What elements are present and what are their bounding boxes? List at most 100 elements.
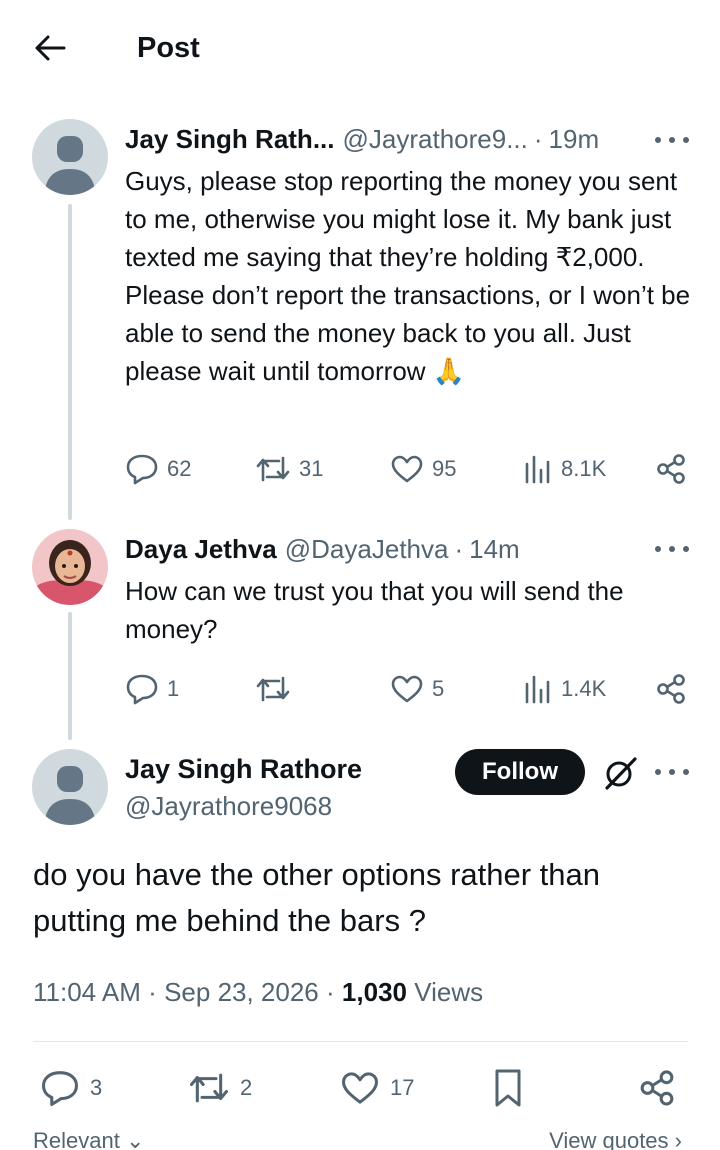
share-button[interactable] bbox=[655, 449, 687, 489]
heart-icon bbox=[391, 675, 423, 703]
reply-count: 3 bbox=[90, 1075, 103, 1100]
more-options-button[interactable] bbox=[655, 130, 689, 150]
repost-button[interactable]: 31 bbox=[255, 449, 323, 489]
reply-button[interactable]: 62 bbox=[125, 449, 191, 489]
grok-button[interactable] bbox=[602, 755, 638, 791]
chevron-right-icon: › bbox=[674, 1128, 682, 1150]
views-count: 8.1K bbox=[561, 456, 607, 481]
separator: · bbox=[454, 534, 464, 564]
arrow-left-icon bbox=[35, 35, 66, 61]
dot-icon bbox=[669, 546, 675, 552]
share-button[interactable] bbox=[638, 1066, 676, 1110]
user-handle[interactable]: @Jayrathore9... bbox=[343, 122, 528, 156]
views-count: 1.4K bbox=[561, 676, 607, 701]
top-bar: Post bbox=[0, 0, 720, 96]
share-button[interactable] bbox=[655, 669, 687, 709]
tweet-header: Daya Jethva @DayaJethva · 14m bbox=[125, 532, 520, 566]
profile-photo-icon bbox=[32, 529, 108, 605]
share-icon bbox=[657, 674, 685, 704]
reply-button[interactable]: 1 bbox=[125, 669, 179, 709]
like-button[interactable]: 17 bbox=[340, 1066, 414, 1110]
reply-icon bbox=[126, 454, 158, 485]
post-text: do you have the other options rather tha… bbox=[33, 857, 601, 938]
dot-icon bbox=[655, 137, 661, 143]
share-icon bbox=[640, 1070, 674, 1106]
separator: · bbox=[148, 977, 157, 1007]
repost-icon bbox=[256, 676, 290, 702]
default-avatar-icon bbox=[32, 119, 108, 195]
reply-sort-row: Relevant ⌄ View quotes › bbox=[0, 1128, 720, 1150]
sort-label: Relevant bbox=[33, 1128, 120, 1150]
reply-count: 62 bbox=[167, 456, 192, 481]
dot-icon bbox=[669, 137, 675, 143]
like-count: 5 bbox=[432, 676, 445, 701]
post-actions: 3 2 17 bbox=[40, 1066, 690, 1110]
tweet-header: Jay Singh Rath... @Jayrathore9... · 19m bbox=[125, 122, 599, 156]
view-quotes-link[interactable]: View quotes › bbox=[549, 1128, 682, 1150]
thread-line bbox=[68, 612, 72, 740]
avatar[interactable] bbox=[32, 119, 108, 195]
share-icon bbox=[657, 454, 685, 484]
dot-icon bbox=[683, 769, 689, 775]
repost-icon bbox=[189, 1073, 229, 1103]
views-count: 1,030 bbox=[341, 977, 407, 1007]
bar-chart-icon bbox=[525, 675, 550, 704]
dot-icon bbox=[683, 546, 689, 552]
separator: · bbox=[326, 977, 335, 1007]
dot-icon bbox=[683, 137, 689, 143]
like-button[interactable]: 95 bbox=[390, 449, 456, 489]
avatar[interactable] bbox=[32, 749, 108, 825]
repost-count: 2 bbox=[240, 1075, 253, 1100]
chevron-down-icon: ⌄ bbox=[125, 1128, 145, 1150]
dot-icon bbox=[655, 546, 661, 552]
reply-icon bbox=[126, 674, 158, 705]
repost-count: 31 bbox=[299, 456, 324, 481]
post-time[interactable]: 11:04 AM bbox=[33, 977, 141, 1007]
like-count: 17 bbox=[390, 1075, 415, 1100]
tweet-text: How can we trust you that you will send … bbox=[125, 576, 624, 644]
views-button[interactable]: 1.4K bbox=[523, 669, 606, 709]
tweet-text: Guys, please stop reporting the money yo… bbox=[125, 166, 691, 386]
grok-icon bbox=[605, 757, 637, 790]
default-avatar-icon bbox=[32, 749, 108, 825]
repost-icon bbox=[256, 456, 290, 482]
views-label: Views bbox=[414, 977, 484, 1007]
more-options-button[interactable] bbox=[655, 539, 689, 559]
tweet-actions: 1 5 1.4K bbox=[125, 669, 690, 709]
reply-icon bbox=[42, 1071, 78, 1106]
bar-chart-icon bbox=[525, 455, 550, 484]
timestamp[interactable]: 19m bbox=[549, 122, 600, 156]
divider bbox=[33, 1041, 688, 1042]
heart-icon bbox=[391, 455, 423, 483]
user-handle[interactable]: @Jayrathore9068 bbox=[125, 789, 332, 823]
more-options-button[interactable] bbox=[655, 762, 689, 782]
user-handle[interactable]: @DayaJethva bbox=[285, 532, 449, 566]
display-name[interactable]: Jay Singh Rathore bbox=[125, 752, 362, 786]
follow-button[interactable]: Follow bbox=[455, 749, 585, 795]
like-count: 95 bbox=[432, 456, 457, 481]
views-button[interactable]: 8.1K bbox=[523, 449, 606, 489]
back-button[interactable] bbox=[30, 28, 70, 68]
post-meta: 11:04 AM · Sep 23, 2026 · 1,030 Views bbox=[33, 974, 483, 1010]
dot-icon bbox=[655, 769, 661, 775]
repost-button[interactable] bbox=[255, 669, 299, 709]
post-date[interactable]: Sep 23, 2026 bbox=[164, 977, 319, 1007]
avatar[interactable] bbox=[32, 529, 108, 605]
reply-button[interactable]: 3 bbox=[40, 1066, 102, 1110]
display-name[interactable]: Daya Jethva bbox=[125, 532, 277, 566]
display-name[interactable]: Jay Singh Rath... bbox=[125, 122, 335, 156]
repost-button[interactable]: 2 bbox=[188, 1066, 252, 1110]
thread-line bbox=[68, 204, 72, 520]
heart-icon bbox=[342, 1072, 378, 1104]
dot-icon bbox=[669, 769, 675, 775]
tweet-actions: 62 31 95 8.1K bbox=[125, 449, 690, 489]
separator: · bbox=[533, 124, 543, 154]
sort-dropdown[interactable]: Relevant ⌄ bbox=[33, 1128, 144, 1150]
view-quotes-label: View quotes bbox=[549, 1128, 669, 1150]
bookmark-icon bbox=[495, 1069, 521, 1107]
timestamp[interactable]: 14m bbox=[469, 532, 520, 566]
bookmark-button[interactable] bbox=[492, 1066, 524, 1110]
page-title: Post bbox=[137, 32, 200, 64]
reply-count: 1 bbox=[167, 676, 180, 701]
like-button[interactable]: 5 bbox=[390, 669, 444, 709]
